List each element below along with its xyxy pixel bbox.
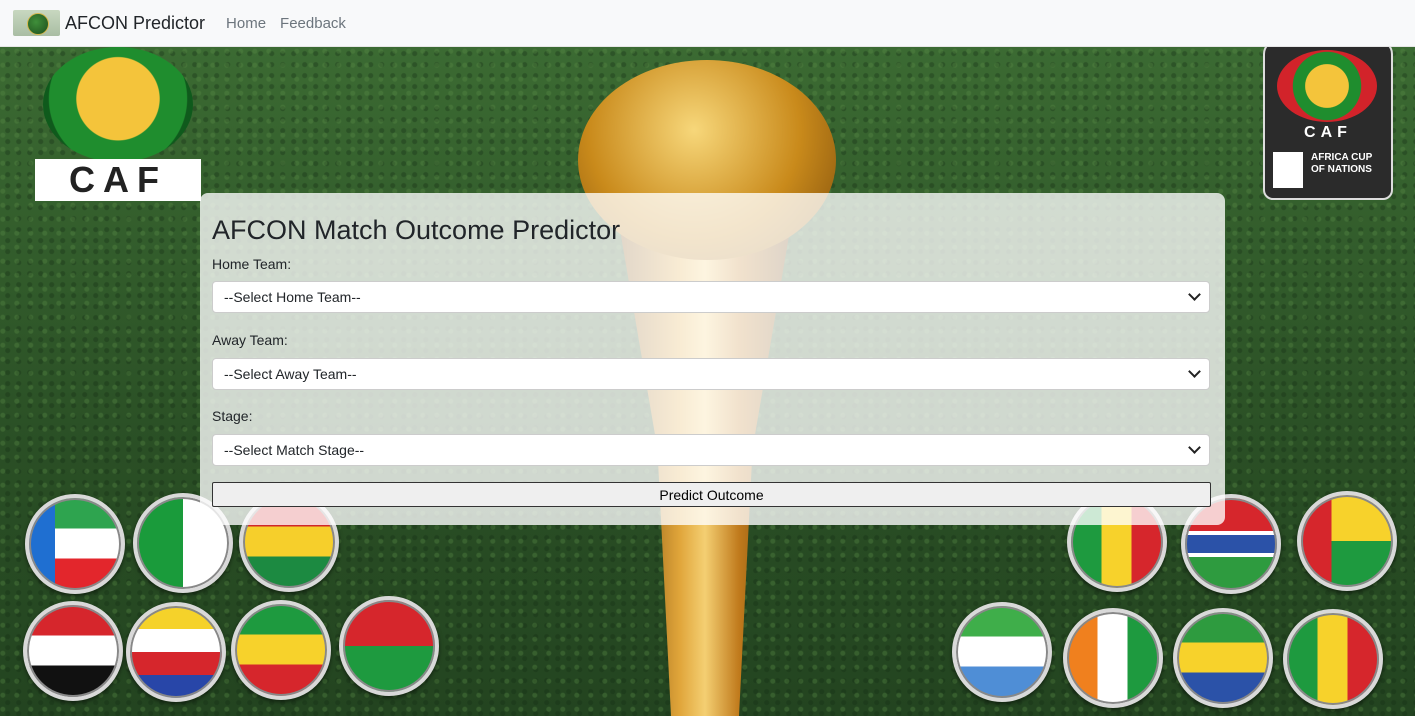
flag-senegal-icon [1283, 609, 1383, 709]
flag-ethiopia-icon [231, 600, 331, 700]
flag-guinea-bissau-icon [1297, 491, 1397, 591]
nav-link-home[interactable]: Home [226, 15, 266, 32]
chevron-down-icon [1188, 365, 1201, 378]
stage-label: Stage: [212, 408, 253, 424]
flag-sudan-icon [23, 601, 123, 701]
caf-logo: CAF [35, 47, 201, 201]
home-team-select-value: --Select Home Team-- [224, 289, 361, 305]
caf-logo-text: CAF [35, 159, 201, 201]
brand-name[interactable]: AFCON Predictor [65, 13, 205, 34]
home-team-select[interactable]: --Select Home Team-- [212, 281, 1210, 313]
flag-equatorial-guinea-icon [25, 494, 125, 594]
caf-globe-icon [43, 47, 193, 162]
home-team-label: Home Team: [212, 256, 292, 272]
afcon-caf-text: CAF [1304, 124, 1352, 141]
away-team-select[interactable]: --Select Away Team-- [212, 358, 1210, 390]
flag-sierra-leone-icon [952, 602, 1052, 702]
flag-comoros-icon [126, 602, 226, 702]
stage-select[interactable]: --Select Match Stage-- [212, 434, 1210, 466]
chevron-down-icon [1188, 288, 1201, 301]
nav-link-feedback[interactable]: Feedback [280, 15, 346, 32]
afcon-emblem-icon [1277, 50, 1377, 122]
total-sponsor-icon [1273, 152, 1303, 188]
navbar: AFCON Predictor Home Feedback [0, 0, 1415, 47]
predictor-form-card: AFCON Match Outcome Predictor Home Team:… [200, 193, 1225, 525]
flag-burkina-faso-icon [339, 596, 439, 696]
flag-ivory-coast-icon [1063, 608, 1163, 708]
page-title: AFCON Match Outcome Predictor [212, 215, 621, 245]
afcon-2021-logo: CAF AFRICA CUP OF NATIONS [1263, 40, 1393, 200]
stage-select-value: --Select Match Stage-- [224, 442, 365, 458]
predict-outcome-button[interactable]: Predict Outcome [212, 482, 1211, 507]
chevron-down-icon [1188, 441, 1201, 454]
flag-gabon-icon [1173, 608, 1273, 708]
away-team-label: Away Team: [212, 332, 288, 348]
brand-logo-icon[interactable] [13, 10, 60, 36]
afcon-tagline: AFRICA CUP OF NATIONS [1311, 152, 1373, 175]
away-team-select-value: --Select Away Team-- [224, 366, 357, 382]
